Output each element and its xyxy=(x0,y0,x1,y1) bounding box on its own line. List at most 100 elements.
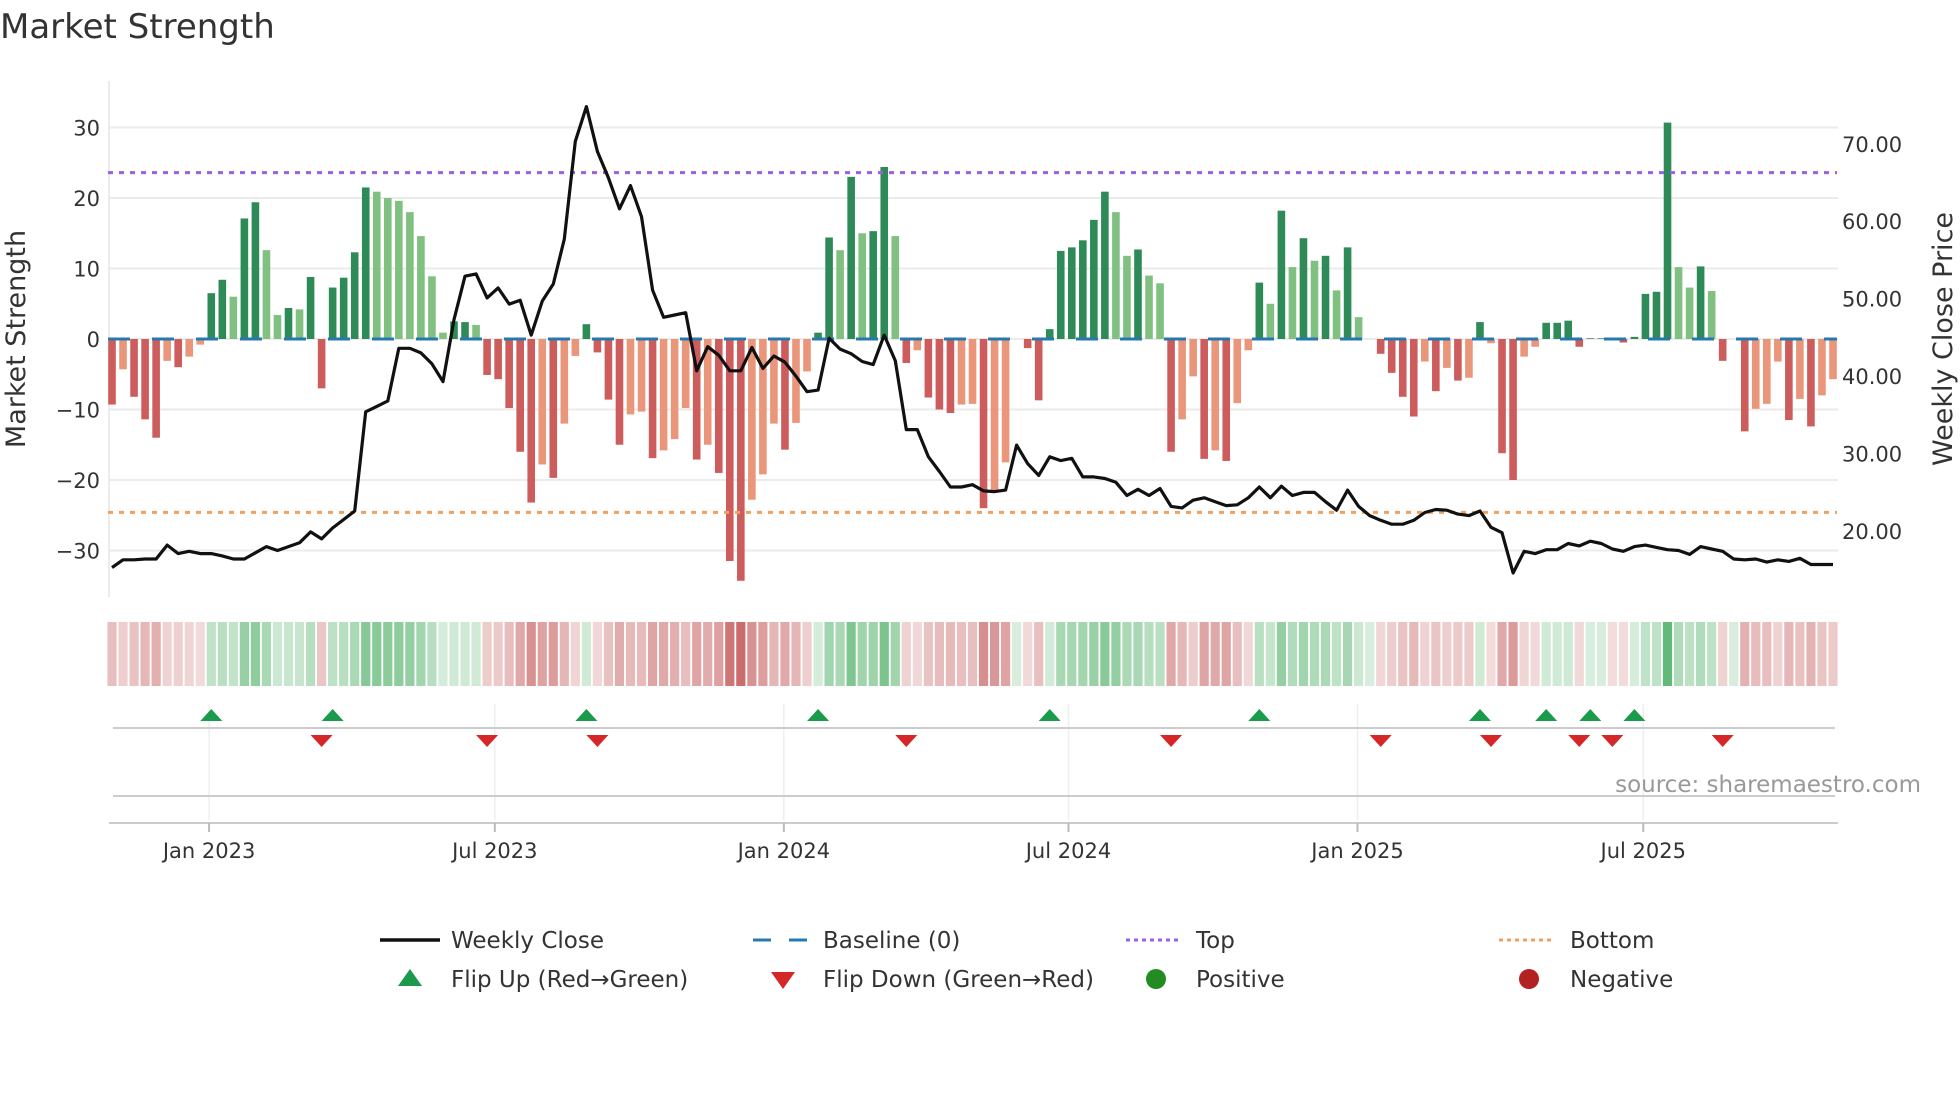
strength-bar xyxy=(1807,339,1815,427)
heatmap-cell xyxy=(1795,622,1805,686)
strength-bar xyxy=(174,339,182,368)
strength-bar xyxy=(1222,339,1231,461)
strength-bar xyxy=(1465,339,1473,378)
heatmap-cell xyxy=(1773,622,1783,686)
strength-bar xyxy=(185,339,194,357)
x-tick-label: Jul 2024 xyxy=(1024,839,1111,863)
flip-up-triangle-icon xyxy=(398,969,422,986)
heatmap-cell xyxy=(239,622,249,686)
strength-bar xyxy=(1409,339,1418,417)
strength-bar xyxy=(1443,339,1451,368)
strength-bar xyxy=(1652,291,1661,339)
strength-bar xyxy=(935,339,944,410)
heatmap-cell xyxy=(791,622,801,686)
heatmap-cell xyxy=(1541,622,1551,686)
strength-bar xyxy=(1255,282,1264,339)
strength-bar xyxy=(913,339,922,351)
heatmap-cell xyxy=(217,622,227,686)
heatmap-cell xyxy=(625,622,636,686)
strength-bar xyxy=(1354,317,1363,339)
strength-bar xyxy=(924,339,933,398)
heatmap-cell xyxy=(1056,622,1066,686)
heatmap-cell xyxy=(978,622,989,686)
strength-bar xyxy=(494,339,502,380)
strength-bar xyxy=(1740,339,1749,432)
heatmap-cell xyxy=(934,622,945,686)
heatmap-cell xyxy=(339,622,349,686)
heatmap-cell xyxy=(1464,622,1474,686)
heatmap-cell xyxy=(1023,622,1033,686)
strength-bar xyxy=(1674,267,1683,339)
heatmap-cell xyxy=(802,622,812,686)
strength-bar xyxy=(1112,212,1120,339)
heatmap-cell xyxy=(1045,622,1055,686)
heatmap-cell xyxy=(1806,622,1816,686)
strength-bar xyxy=(803,339,811,372)
heatmap-cell xyxy=(923,622,933,686)
strength-bar xyxy=(1079,240,1087,339)
strength-bar xyxy=(615,339,624,445)
strength-bar xyxy=(1001,339,1010,463)
strength-bar xyxy=(1189,339,1197,377)
heatmap-cell xyxy=(1243,622,1253,686)
y-tick-label: 30 xyxy=(73,117,100,141)
heatmap-cell xyxy=(1662,622,1673,686)
heatmap-cell xyxy=(1254,622,1264,686)
strength-bar xyxy=(1454,339,1462,381)
positive-circle-icon xyxy=(1146,969,1166,989)
heatmap-cell xyxy=(1342,622,1353,686)
heatmap-cell xyxy=(1508,622,1518,686)
strength-bar xyxy=(1432,339,1440,392)
strength-bar xyxy=(218,279,227,339)
heatmap-cell xyxy=(581,622,591,686)
strength-bar xyxy=(946,339,955,414)
heatmap-cell xyxy=(659,622,669,686)
flip-down-marker xyxy=(1711,735,1734,747)
strength-bar xyxy=(1818,339,1826,396)
y2-tick-label: 60.00 xyxy=(1842,210,1902,234)
strength-bar xyxy=(538,339,547,465)
heatmap-cell xyxy=(1651,622,1662,686)
heatmap-cell xyxy=(1707,622,1717,686)
strength-bar xyxy=(968,339,977,404)
strength-bar xyxy=(1167,339,1175,452)
heatmap-cell xyxy=(1354,622,1364,686)
heatmap-cell xyxy=(1122,622,1132,686)
strength-bar xyxy=(317,339,326,389)
strength-bar xyxy=(1266,303,1275,339)
heatmap-cell xyxy=(703,622,713,686)
heatmap-cell xyxy=(537,622,547,686)
strength-bar xyxy=(979,339,988,509)
legend-top-label: Top xyxy=(1195,928,1235,954)
strength-bar xyxy=(1586,338,1595,339)
heatmap-cell xyxy=(1276,622,1286,686)
heatmap-cell xyxy=(504,622,514,686)
heatmap-cell xyxy=(394,622,404,686)
strength-bar xyxy=(1244,339,1253,351)
heatmap-cell xyxy=(405,622,415,686)
heatmap-cell xyxy=(725,622,735,686)
strength-bar xyxy=(670,339,679,440)
heatmap-cell xyxy=(1078,622,1088,686)
heatmap-cell xyxy=(261,622,272,686)
strength-bar xyxy=(229,296,238,339)
heatmap-cell xyxy=(1751,622,1761,686)
heatmap-cell xyxy=(1828,622,1838,686)
heatmap-cell xyxy=(1817,622,1827,686)
strength-bar xyxy=(880,167,889,339)
heatmap-cell xyxy=(283,622,294,686)
heatmap-cell xyxy=(129,622,139,686)
strength-bar xyxy=(1796,339,1804,399)
strength-bar xyxy=(869,231,878,339)
heatmap-cell xyxy=(1420,622,1430,686)
flip-up-marker xyxy=(1535,709,1558,721)
heatmap-cell xyxy=(195,622,205,686)
strength-bar xyxy=(858,233,866,339)
heatmap-cell xyxy=(1696,622,1706,686)
strength-bar xyxy=(825,237,833,339)
strength-bar xyxy=(560,339,569,424)
heatmap-cell xyxy=(1640,622,1651,686)
heatmap-cell xyxy=(1519,622,1529,686)
right-axis-ticks: 70.00 60.00 50.00 40.00 30.00 20.00 xyxy=(1842,133,1902,544)
strength-bar xyxy=(350,252,359,339)
